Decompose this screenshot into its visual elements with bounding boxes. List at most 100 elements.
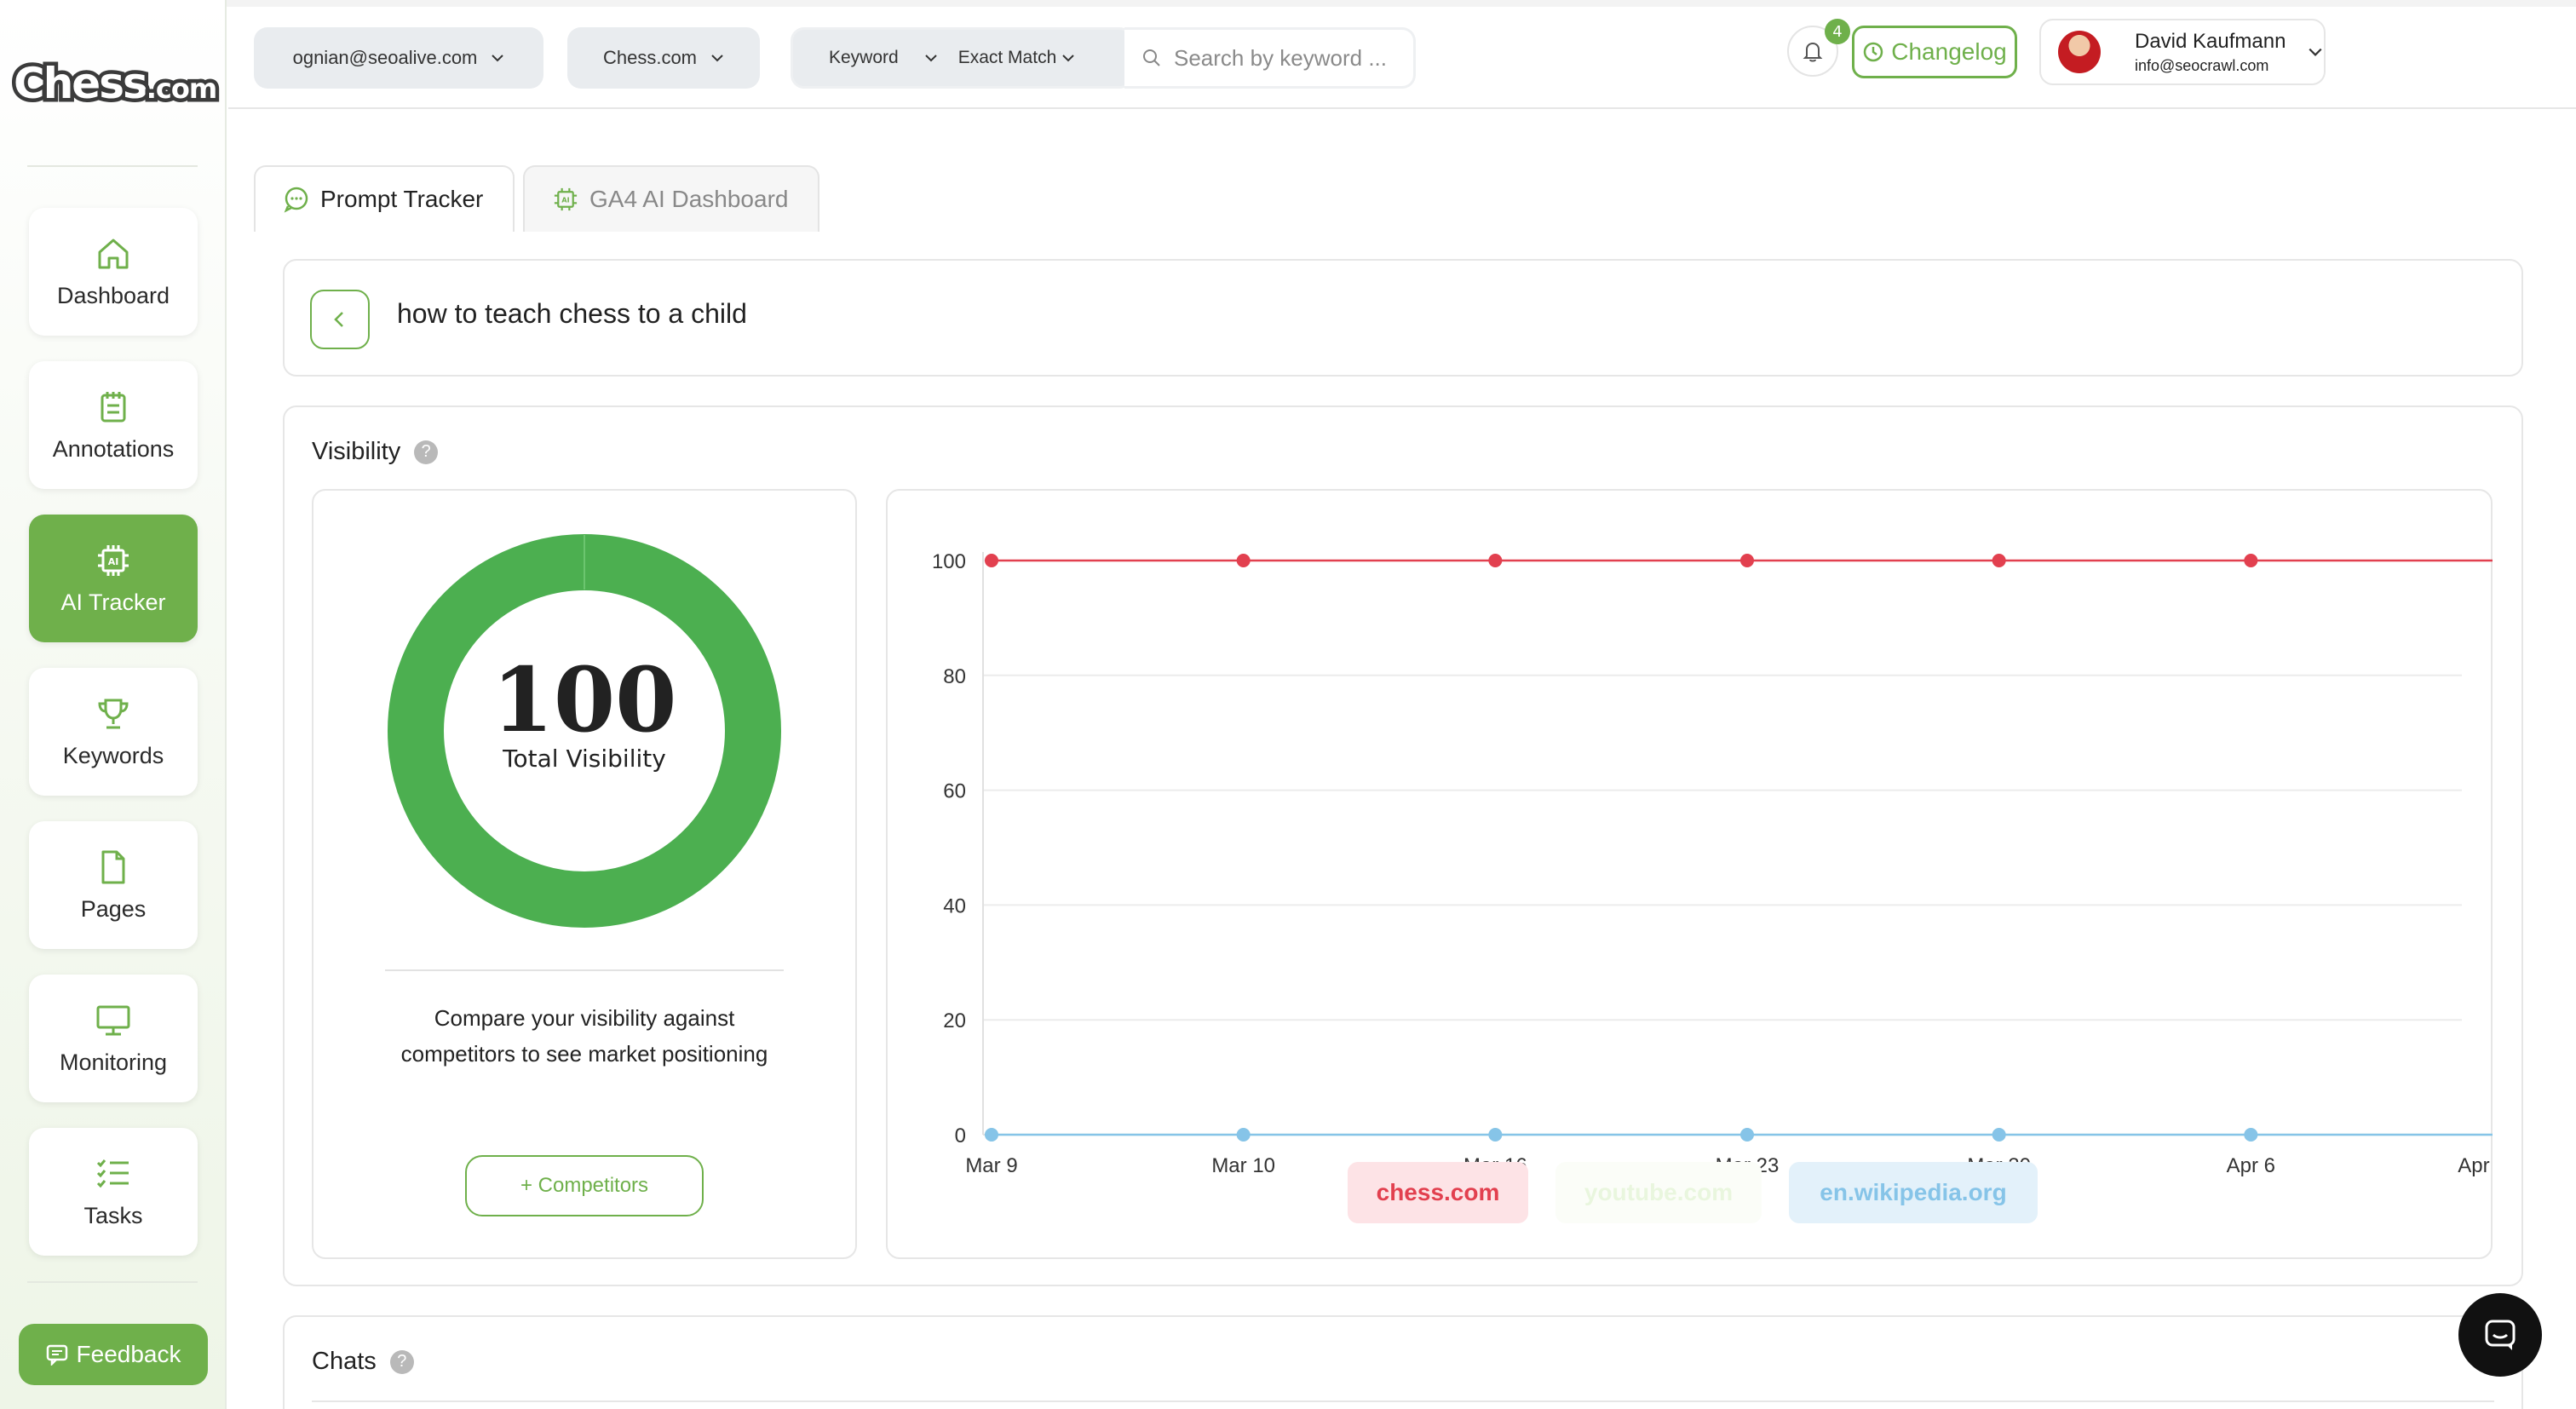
chevron-down-icon xyxy=(492,55,504,62)
history-icon xyxy=(1864,42,1883,62)
tasks-icon xyxy=(96,1159,129,1188)
match-type-value: Exact Match xyxy=(957,48,1057,67)
feedback-label: Feedback xyxy=(76,1341,181,1367)
avatar xyxy=(2058,31,2101,73)
ai-chip-icon: AI xyxy=(98,544,129,576)
search-input[interactable] xyxy=(1174,44,1404,72)
legend-en-wikipedia-org[interactable]: en.wikipedia.org xyxy=(1789,1162,2038,1223)
tab-ga4-ai-dashboard[interactable]: AI GA4 AI Dashboard xyxy=(523,165,819,232)
sidebar-item-label: Pages xyxy=(80,895,147,922)
y-tick-label: 60 xyxy=(943,780,966,803)
svg-text:AI: AI xyxy=(561,197,569,204)
data-point[interactable] xyxy=(1740,554,1754,567)
data-point[interactable] xyxy=(1488,1128,1503,1142)
data-point[interactable] xyxy=(2244,1128,2258,1142)
home-icon xyxy=(98,239,129,268)
chat-bubble-icon xyxy=(284,187,308,213)
tab-prompt-tracker[interactable]: Prompt Tracker xyxy=(254,165,515,232)
changelog-button[interactable]: Changelog xyxy=(1852,26,2017,78)
changelog-label: Changelog xyxy=(1891,38,2007,65)
x-tick-label: Mar 10 xyxy=(1211,1154,1275,1177)
sidebar-item-label: Keywords xyxy=(62,742,164,768)
project-select[interactable]: Chess.com xyxy=(567,27,760,89)
chats-title: Chats ? xyxy=(312,1348,414,1376)
search-group: Keyword Exact Match xyxy=(791,27,1133,89)
visibility-title: Visibility ? xyxy=(312,438,439,466)
legend-chess-com[interactable]: chess.com xyxy=(1348,1162,1528,1223)
data-point[interactable] xyxy=(985,1128,998,1142)
user-menu[interactable]: David Kaufmann info@seocrawl.com xyxy=(2039,19,2326,85)
back-button[interactable] xyxy=(310,290,370,349)
sidebar-item-ai-tracker[interactable]: AI AI Tracker xyxy=(29,515,198,642)
tab-label: Prompt Tracker xyxy=(320,186,484,212)
add-competitors-button[interactable]: + Competitors xyxy=(465,1155,704,1216)
chats-divider xyxy=(312,1400,2494,1402)
user-info: David Kaufmann info@seocrawl.com xyxy=(2135,30,2286,75)
project-value: Chess.com xyxy=(602,47,698,68)
visibility-title-text: Visibility xyxy=(312,438,401,465)
sidebar-item-annotations[interactable]: Annotations xyxy=(29,361,198,489)
sidebar-item-pages[interactable]: Pages xyxy=(29,821,198,949)
chevron-down-icon xyxy=(1062,55,1074,62)
data-point[interactable] xyxy=(2244,554,2258,567)
account-value: ognian@seoalive.com xyxy=(292,47,478,68)
notification-count-badge: 4 xyxy=(1825,19,1850,44)
sidebar-item-label: Annotations xyxy=(52,435,175,462)
logo-wordmark: Chess.com xyxy=(10,55,221,112)
chats-card xyxy=(283,1315,2523,1409)
legend-label: youtube.com xyxy=(1584,1179,1734,1205)
tab-label: GA4 AI Dashboard xyxy=(589,186,789,212)
y-tick-label: 0 xyxy=(955,1124,966,1147)
sidebar-item-monitoring[interactable]: Monitoring xyxy=(29,975,198,1102)
search-icon xyxy=(1143,49,1160,66)
support-chat-button[interactable] xyxy=(2458,1293,2542,1377)
compare-line-2: competitors to see market positioning xyxy=(400,1041,768,1067)
visibility-line-chart: 020406080100 Mar 9Mar 10Mar 16Mar 23Mar … xyxy=(932,550,2493,1177)
legend-label: chess.com xyxy=(1376,1179,1500,1205)
chats-title-text: Chats xyxy=(312,1348,377,1375)
account-select[interactable]: ognian@seoalive.com xyxy=(254,27,543,89)
page-icon xyxy=(101,850,125,883)
sidebar: Chess.com Dashboard Annotations AI AI Tr… xyxy=(0,0,227,1409)
sidebar-item-label: Monitoring xyxy=(59,1049,168,1075)
sidebar-divider xyxy=(27,165,198,167)
sidebar-item-keywords[interactable]: Keywords xyxy=(29,668,198,796)
help-icon[interactable]: ? xyxy=(389,1349,414,1374)
user-name: David Kaufmann xyxy=(2135,29,2286,53)
chevron-down-icon xyxy=(2309,48,2322,56)
chart-series xyxy=(985,554,2493,1142)
compare-line-1: Compare your visibility against xyxy=(434,1005,735,1031)
chevron-down-icon xyxy=(924,55,937,62)
data-point[interactable] xyxy=(1236,1128,1251,1142)
y-tick-label: 20 xyxy=(943,1009,966,1032)
bell-icon xyxy=(1803,42,1823,62)
sidebar-item-tasks[interactable]: Tasks xyxy=(29,1128,198,1256)
data-point[interactable] xyxy=(1992,1128,2006,1142)
trophy-icon xyxy=(98,699,129,728)
user-email: info@seocrawl.com xyxy=(2135,56,2269,74)
data-point[interactable] xyxy=(1236,554,1251,567)
data-point[interactable] xyxy=(985,554,998,567)
chess-logo[interactable]: Chess.com xyxy=(10,48,221,119)
legend-youtube-com[interactable]: youtube.com xyxy=(1555,1162,1762,1223)
y-axis: 0 20 40 60 80 100 xyxy=(932,550,984,1147)
data-point[interactable] xyxy=(1740,1128,1754,1142)
y-tick-label: 40 xyxy=(943,894,966,917)
keyword-search xyxy=(1124,27,1416,89)
divider xyxy=(385,969,784,971)
notepad-icon xyxy=(101,391,126,422)
help-icon[interactable]: ? xyxy=(414,440,439,464)
data-point[interactable] xyxy=(1488,554,1503,567)
message-icon xyxy=(46,1344,67,1366)
total-visibility-value: 100 xyxy=(492,647,677,752)
sidebar-item-label: Dashboard xyxy=(56,282,170,308)
feedback-button[interactable]: Feedback xyxy=(19,1324,208,1385)
filter-type-select[interactable]: Keyword xyxy=(793,30,938,86)
match-type-select[interactable]: Exact Match xyxy=(938,30,1076,86)
y-tick-label: 100 xyxy=(932,550,966,573)
sidebar-item-dashboard[interactable]: Dashboard xyxy=(29,208,198,336)
chevron-left-icon xyxy=(334,312,343,327)
chat-icon xyxy=(2485,1320,2516,1350)
data-point[interactable] xyxy=(1992,554,2006,567)
sidebar-item-label: AI Tracker xyxy=(60,589,166,615)
